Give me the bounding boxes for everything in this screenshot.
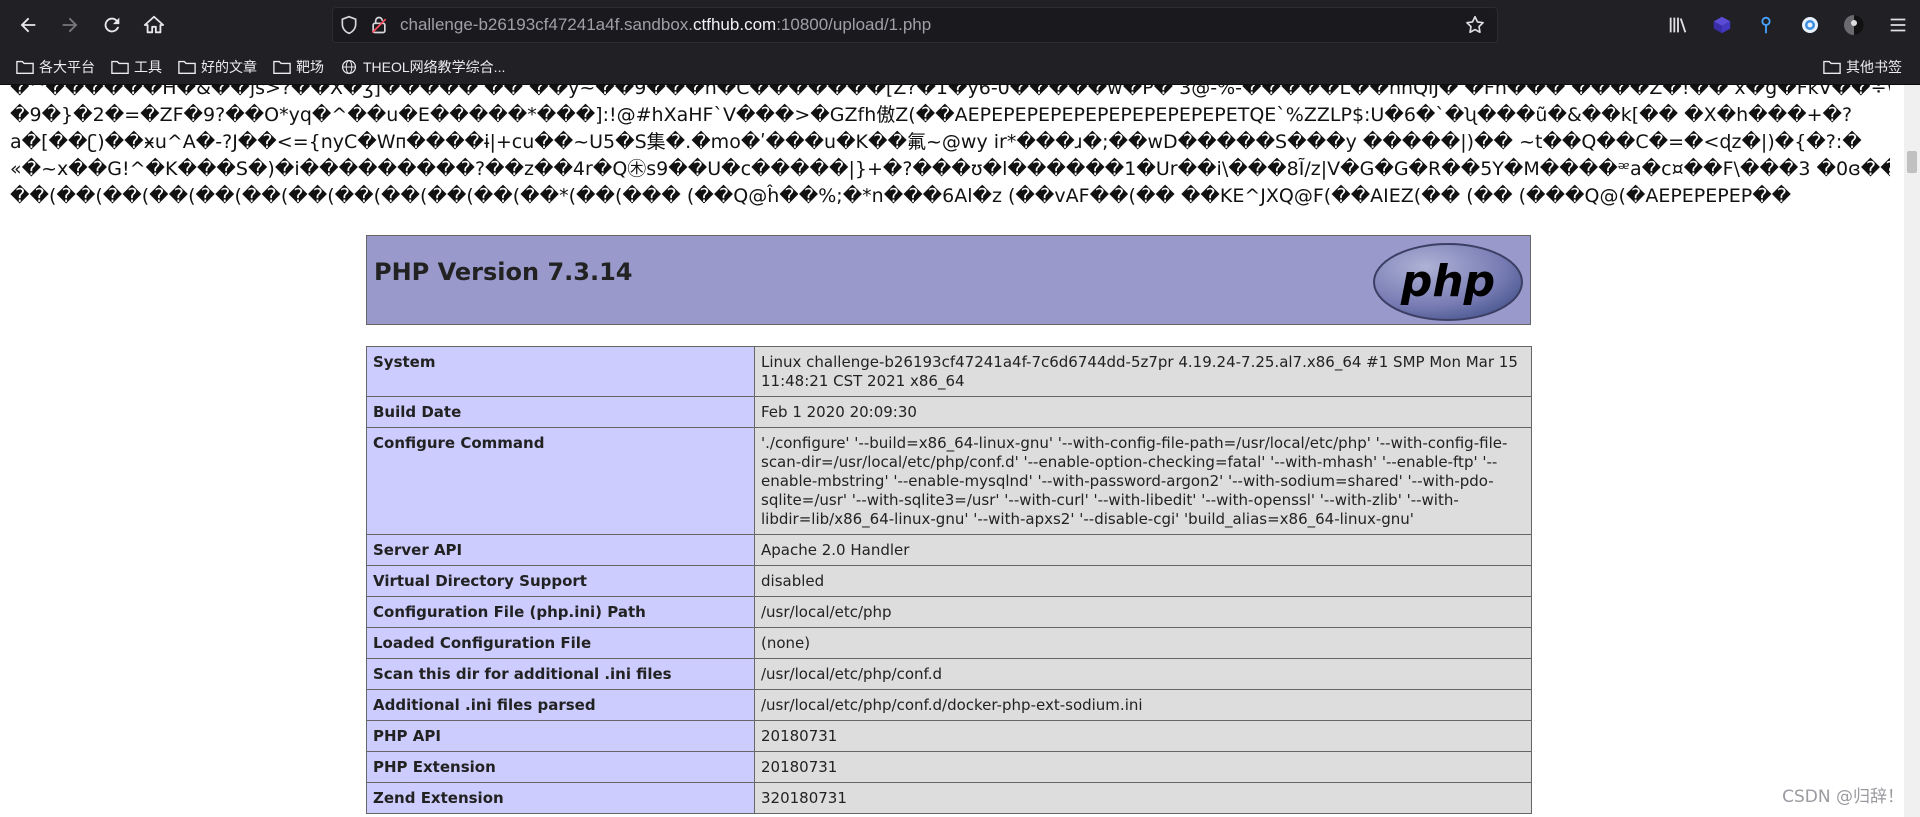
garbage-line: a�[��ʗ)��ӿu^A�-?J��<={nyC�Wᴨ����ɨ|+cu��~… <box>10 131 1862 153</box>
garbage-line: �^������H�&��js>?��X�ʒ]�����ʿ�� ��y~��9�… <box>10 85 1890 99</box>
info-key: PHP API <box>366 720 755 752</box>
bookmarks-bar: 各大平台 工具 好的文章 靶场 THEOL网络教学综合... 其他书签 <box>0 50 1920 85</box>
info-key: Build Date <box>366 396 755 428</box>
bookmark-label: 工具 <box>134 59 162 75</box>
info-key: Virtual Directory Support <box>366 565 755 597</box>
info-value: /usr/local/etc/php/conf.d/docker-php-ext… <box>754 689 1532 721</box>
library-icon[interactable] <box>1656 5 1700 45</box>
bookmark-folder-other[interactable]: 其他书签 <box>1817 53 1908 81</box>
info-key: Configure Command <box>366 427 755 535</box>
info-row: Virtual Directory Support disabled <box>366 565 1532 597</box>
url-domain: ctfhub.com <box>693 15 777 34</box>
extension-ring-icon[interactable] <box>1788 5 1832 45</box>
garbage-line: �9�}�2�=�ZF�9?��O*yq�^��u�E�����*���]:!@… <box>10 104 1853 126</box>
bookmark-folder-tools[interactable]: 工具 <box>105 53 168 81</box>
garbage-line: ��(��(��(��(��(��(��(��(��(��(��(��*(��(… <box>10 185 1792 207</box>
info-key: Scan this dir for additional .ini files <box>366 658 755 690</box>
info-row: Scan this dir for additional .ini files /… <box>366 658 1532 690</box>
info-key: System <box>366 346 755 397</box>
page-content: �^������H�&��js>?��X�ʒ]�����ʿ�� ��y~��9�… <box>0 85 1920 817</box>
menu-hamburger-icon[interactable] <box>1876 5 1920 45</box>
bookmark-label: 靶场 <box>296 59 324 75</box>
insecure-lock-icon[interactable] <box>368 14 390 36</box>
bookmark-label: 各大平台 <box>39 59 95 75</box>
extension-cube-icon[interactable] <box>1700 5 1744 45</box>
home-button[interactable] <box>134 5 174 45</box>
home-icon <box>143 15 165 34</box>
info-row: System Linux challenge-b26193cf47241a4f-7… <box>366 346 1532 397</box>
info-value: /usr/local/etc/php/conf.d <box>754 658 1532 690</box>
info-key: Additional .ini files parsed <box>366 689 755 721</box>
info-row: Configuration File (php.ini) Path/usr/lo… <box>366 596 1532 628</box>
csdn-watermark: CSDN @归辞！ <box>1782 787 1904 807</box>
bookmark-folder-articles[interactable]: 好的文章 <box>172 53 263 81</box>
info-value: Feb 1 2020 20:09:30 <box>754 396 1532 428</box>
info-key: Server API <box>366 534 755 566</box>
info-row: Build Date Feb 1 2020 20:09:30 <box>366 396 1532 428</box>
phpinfo-header: PHP Version 7.3.14 php <box>366 235 1531 325</box>
info-row: Server API Apache 2.0 Handler <box>366 534 1532 566</box>
globe-icon <box>342 60 356 74</box>
arrow-left-icon <box>20 17 36 33</box>
php-logo: php <box>1373 243 1523 321</box>
info-row: Configure Command './configure' '--build=… <box>366 427 1532 535</box>
info-row: PHP API 20180731 <box>366 720 1532 752</box>
bookmark-folder-platforms[interactable]: 各大平台 <box>10 53 101 81</box>
arrow-right-icon <box>62 17 78 33</box>
reload-icon <box>104 17 120 33</box>
info-value: 320180731 <box>754 782 1532 814</box>
info-key: Zend Extension <box>366 782 755 814</box>
back-button[interactable] <box>8 5 48 45</box>
bookmark-label: 其他书签 <box>1846 59 1902 75</box>
info-row: Zend Extension 320180731 <box>366 782 1532 814</box>
scrollbar-thumb[interactable] <box>1907 151 1917 173</box>
info-key: Loaded Configuration File <box>366 627 755 659</box>
info-value: Linux challenge-b26193cf47241a4f-7c6d674… <box>754 346 1532 397</box>
garbage-line: «�~x��G!^�K���S�)�i���������?��z��4r�Q㊍s… <box>10 158 1890 180</box>
info-value: /usr/local/etc/php <box>754 596 1532 628</box>
address-bar[interactable]: challenge-b26193cf47241a4f.sandbox.ctfhu… <box>332 7 1498 43</box>
info-value: 20180731 <box>754 751 1532 783</box>
binary-garbage-text: �^������H�&��js>?��X�ʒ]�����ʿ�� ��y~��9�… <box>10 85 1890 210</box>
phpinfo-table: System Linux challenge-b26193cf47241a4f-7… <box>366 346 1532 814</box>
info-row: Additional .ini files parsed/usr/local/e… <box>366 689 1532 721</box>
bookmark-theol[interactable]: THEOL网络教学综合... <box>334 53 511 81</box>
url-suffix: :10800/upload/1.php <box>776 15 932 34</box>
info-value: './configure' '--build=x86_64-linux-gnu'… <box>754 427 1532 535</box>
url-prefix: challenge-b26193cf47241a4f.sandbox. <box>400 15 694 34</box>
info-value: Apache 2.0 Handler <box>754 534 1532 566</box>
page-scrollbar[interactable] <box>1904 85 1920 817</box>
bookmark-label: THEOL网络教学综合... <box>363 59 506 75</box>
folder-icon <box>16 60 34 74</box>
toolbar-right <box>1656 0 1920 50</box>
info-row: PHP Extension 20180731 <box>366 751 1532 783</box>
info-value: (none) <box>754 627 1532 659</box>
bookmark-folder-range[interactable]: 靶场 <box>267 53 330 81</box>
svg-text:php: php <box>1400 256 1495 307</box>
folder-icon <box>178 60 196 74</box>
profile-avatar-icon[interactable] <box>1832 5 1876 45</box>
shield-icon[interactable] <box>338 14 360 36</box>
bookmark-label: 好的文章 <box>201 59 257 75</box>
php-version-title: PHP Version 7.3.14 <box>374 258 633 286</box>
bookmark-star-icon[interactable] <box>1464 14 1486 40</box>
folder-icon <box>1823 60 1841 74</box>
folder-icon <box>111 60 129 74</box>
url-text[interactable]: challenge-b26193cf47241a4f.sandbox.ctfhu… <box>400 15 931 35</box>
folder-icon <box>273 60 291 74</box>
extension-pin-icon[interactable] <box>1744 5 1788 45</box>
info-value: 20180731 <box>754 720 1532 752</box>
info-value: disabled <box>754 565 1532 597</box>
info-key: PHP Extension <box>366 751 755 783</box>
forward-button[interactable] <box>50 5 90 45</box>
info-key: Configuration File (php.ini) Path <box>366 596 755 628</box>
info-row: Loaded Configuration File (none) <box>366 627 1532 659</box>
reload-button[interactable] <box>92 5 132 45</box>
browser-toolbar: challenge-b26193cf47241a4f.sandbox.ctfhu… <box>0 0 1920 50</box>
